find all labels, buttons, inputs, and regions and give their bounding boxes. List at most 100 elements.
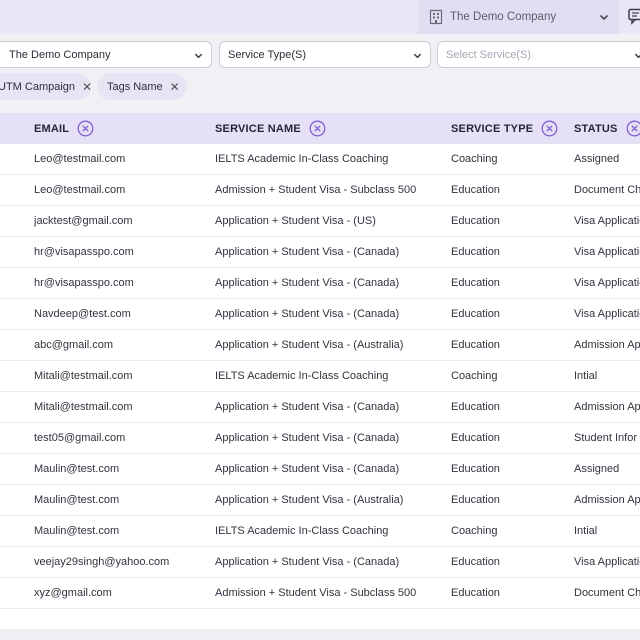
cell-service-name: Application + Student Visa - (Canada) xyxy=(215,246,400,258)
cell-status: Document Ch xyxy=(574,184,640,196)
chip-utm-campaign: UTM Campaign ✕ xyxy=(0,73,92,100)
filter-bar: The Demo Company Service Type(S) Select … xyxy=(0,41,640,68)
cell-service-name: Application + Student Visa - (Canada) xyxy=(215,401,400,413)
cell-status: Assigned xyxy=(574,153,620,165)
chevron-down-icon xyxy=(599,14,609,21)
chip-tags-name: Tags Name ✕ xyxy=(97,73,187,100)
cell-email: jacktest@gmail.com xyxy=(34,215,133,227)
cell-email: Maulin@test.com xyxy=(34,494,120,506)
cell-status: Admission Ap xyxy=(574,401,640,413)
cell-service-name: Application + Student Visa - (Australia) xyxy=(215,339,404,351)
cell-service-name: IELTS Academic In-Class Coaching xyxy=(215,525,389,537)
table-row[interactable]: jacktest@gmail.com Application + Student… xyxy=(0,206,640,237)
cell-service-name: Application + Student Visa - (Canada) xyxy=(215,432,400,444)
cell-email: abc@gmail.com xyxy=(34,339,114,351)
cell-service-type: Coaching xyxy=(451,370,498,382)
cell-email: test05@gmail.com xyxy=(34,432,126,444)
horizontal-scrollbar[interactable] xyxy=(0,629,640,640)
close-icon[interactable]: ✕ xyxy=(170,80,180,94)
table-row[interactable]: Navdeep@test.com Application + Student V… xyxy=(0,299,640,330)
data-table: EMAIL SERVICE NAME SERVICE TYPE STATUS L… xyxy=(0,113,640,629)
cell-email: Maulin@test.com xyxy=(34,463,120,475)
chip-label: Tags Name xyxy=(107,80,163,93)
cell-service-name: Admission + Student Visa - Subclass 500 xyxy=(215,184,417,196)
cell-email: veejay29singh@yahoo.com xyxy=(34,556,170,568)
cell-email: hr@visapasspo.com xyxy=(34,277,134,289)
remove-column-icon[interactable] xyxy=(626,120,640,137)
cell-status: Intial xyxy=(574,525,598,537)
service-select[interactable]: Select Service(S) xyxy=(437,41,640,68)
cell-email: Maulin@test.com xyxy=(34,525,120,537)
cell-service-type: Education xyxy=(451,432,500,444)
cell-status: Document Ch xyxy=(574,587,640,599)
cell-service-type: Coaching xyxy=(451,525,498,537)
cell-service-name: Application + Student Visa - (Canada) xyxy=(215,308,400,320)
cell-service-name: Application + Student Visa - (Canada) xyxy=(215,463,400,475)
column-header-status[interactable]: STATUS xyxy=(574,113,640,144)
cell-service-type: Education xyxy=(451,308,500,320)
cell-status: Visa Applicatio xyxy=(574,556,640,568)
company-select[interactable]: The Demo Company xyxy=(0,41,212,68)
service-type-select-value: Service Type(S) xyxy=(228,48,307,61)
cell-service-name: Application + Student Visa - (US) xyxy=(215,215,376,227)
table-row[interactable]: veejay29singh@yahoo.com Application + St… xyxy=(0,547,640,578)
cell-service-name: Application + Student Visa - (Canada) xyxy=(215,277,400,289)
table-row[interactable]: Maulin@test.com IELTS Academic In-Class … xyxy=(0,516,640,547)
cell-email: Leo@testmail.com xyxy=(34,184,126,196)
remove-column-icon[interactable] xyxy=(541,120,558,137)
column-header-service-name[interactable]: SERVICE NAME xyxy=(215,113,326,144)
remove-column-icon[interactable] xyxy=(309,120,326,137)
table-row[interactable]: abc@gmail.com Application + Student Visa… xyxy=(0,330,640,361)
chevron-down-icon xyxy=(413,53,422,59)
cell-service-name: IELTS Academic In-Class Coaching xyxy=(215,153,389,165)
chevron-down-icon xyxy=(634,53,640,59)
company-switcher-label: The Demo Company xyxy=(450,11,557,23)
chip-label: UTM Campaign xyxy=(0,80,76,93)
cell-service-name: Application + Student Visa - (Australia) xyxy=(215,494,404,506)
cell-status: Intial xyxy=(574,370,598,382)
cell-status: Admission Ap xyxy=(574,339,640,351)
close-icon[interactable]: ✕ xyxy=(82,80,92,94)
column-header-label: EMAIL xyxy=(34,122,70,135)
top-bar: The Demo Company xyxy=(0,0,640,34)
table-row[interactable]: Leo@testmail.com IELTS Academic In-Class… xyxy=(0,144,640,175)
cell-email: Navdeep@test.com xyxy=(34,308,131,320)
table-row[interactable]: Mitali@testmail.com IELTS Academic In-Cl… xyxy=(0,361,640,392)
cell-status: Visa Applicatio xyxy=(574,308,640,320)
remove-column-icon[interactable] xyxy=(77,120,94,137)
table-row[interactable]: Maulin@test.com Application + Student Vi… xyxy=(0,485,640,516)
table-row[interactable]: hr@visapasspo.com Application + Student … xyxy=(0,237,640,268)
company-switcher[interactable]: The Demo Company xyxy=(418,0,619,34)
chevron-down-icon xyxy=(194,53,203,59)
building-icon xyxy=(429,9,443,25)
cell-email: Mitali@testmail.com xyxy=(34,370,133,382)
service-type-select[interactable]: Service Type(S) xyxy=(219,41,431,68)
cell-service-type: Education xyxy=(451,494,500,506)
column-header-service-type[interactable]: SERVICE TYPE xyxy=(451,113,558,144)
table-row[interactable]: xyz@gmail.com Admission + Student Visa -… xyxy=(0,578,640,609)
cell-service-type: Education xyxy=(451,463,500,475)
table-row[interactable]: test05@gmail.com Application + Student V… xyxy=(0,423,640,454)
cell-service-name: IELTS Academic In-Class Coaching xyxy=(215,370,389,382)
table-row[interactable]: Mitali@testmail.com Application + Studen… xyxy=(0,392,640,423)
cell-status: Visa Applicatio xyxy=(574,246,640,258)
company-select-value: The Demo Company xyxy=(9,48,111,61)
cell-email: xyz@gmail.com xyxy=(34,587,112,599)
table-row[interactable]: Leo@testmail.com Admission + Student Vis… xyxy=(0,175,640,206)
cell-service-type: Education xyxy=(451,401,500,413)
cell-service-type: Education xyxy=(451,556,500,568)
cell-status: Visa Applicatio xyxy=(574,277,640,289)
cell-status: Assigned xyxy=(574,463,620,475)
column-header-label: STATUS xyxy=(574,122,618,135)
cell-service-type: Education xyxy=(451,277,500,289)
table-row[interactable]: hr@visapasspo.com Application + Student … xyxy=(0,268,640,299)
cell-service-name: Admission + Student Visa - Subclass 500 xyxy=(215,587,417,599)
table-header: EMAIL SERVICE NAME SERVICE TYPE STATUS xyxy=(0,113,640,144)
cell-email: Leo@testmail.com xyxy=(34,153,126,165)
table-row[interactable]: Maulin@test.com Application + Student Vi… xyxy=(0,454,640,485)
cell-service-type: Education xyxy=(451,184,500,196)
cell-service-type: Education xyxy=(451,246,500,258)
cell-service-type: Education xyxy=(451,339,500,351)
column-header-email[interactable]: EMAIL xyxy=(34,113,94,144)
chat-icon[interactable] xyxy=(627,7,640,25)
